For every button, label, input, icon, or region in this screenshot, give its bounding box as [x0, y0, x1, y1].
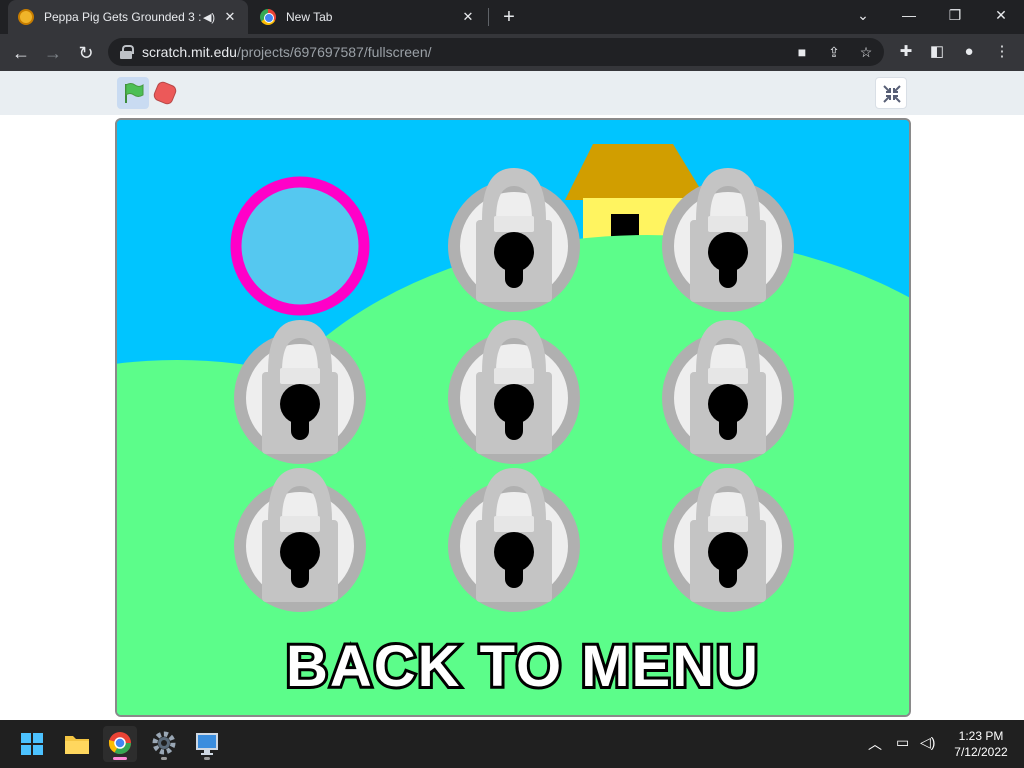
padlock-icon: [448, 468, 580, 612]
clock-time: 1:23 PM: [958, 729, 1004, 743]
locked-level-3[interactable]: [656, 160, 800, 316]
tab-separator: [488, 8, 489, 26]
level-1-ring: [230, 176, 370, 316]
close-tab-icon[interactable]: ✕: [222, 9, 238, 25]
game-stage[interactable]: 1 BACK TO MENU: [115, 118, 911, 717]
close-tab-icon[interactable]: ✕: [460, 9, 476, 25]
close-window-button[interactable]: ✕: [978, 0, 1024, 30]
side-panel-icon[interactable]: ◧: [927, 42, 947, 62]
active-app-indicator: [113, 757, 127, 760]
padlock-icon: [448, 168, 580, 312]
back-to-menu-button[interactable]: BACK TO MENU: [253, 632, 793, 694]
locked-level-5[interactable]: [442, 312, 586, 468]
locked-level-7[interactable]: [228, 460, 372, 616]
new-tab-button[interactable]: +: [498, 6, 520, 28]
settings-taskbar-button[interactable]: [147, 726, 181, 762]
green-flag-icon: [125, 83, 144, 103]
tab-title: Peppa Pig Gets Grounded 3 :: [44, 10, 202, 24]
chevron-up-icon[interactable]: ︿: [868, 734, 882, 754]
scratch-stage-header: [0, 71, 1024, 115]
network-icon[interactable]: ▭: [896, 734, 909, 751]
open-app-indicator: [204, 757, 210, 760]
level-1-button[interactable]: 1: [228, 176, 372, 462]
menu-kebab-icon[interactable]: ⋮: [992, 42, 1012, 62]
remote-desktop-taskbar-button[interactable]: [190, 726, 224, 762]
profile-avatar-icon[interactable]: ●: [959, 42, 979, 62]
camera-icon[interactable]: ■: [792, 42, 812, 62]
chrome-taskbar-button[interactable]: [103, 726, 137, 762]
windows-taskbar: ︿ ▭ ◁) 1:23 PM 7/12/2022: [0, 720, 1024, 768]
share-icon[interactable]: ⇪: [824, 42, 844, 62]
padlock-icon: [662, 320, 794, 464]
restore-button[interactable]: ❐: [932, 0, 978, 30]
padlock-icon: [234, 320, 366, 464]
back-arrow-icon[interactable]: ←: [8, 40, 34, 66]
file-explorer-button[interactable]: [60, 726, 94, 762]
locked-level-9[interactable]: [656, 460, 800, 616]
system-clock[interactable]: 1:23 PM 7/12/2022: [946, 728, 1016, 760]
padlock-icon: [662, 168, 794, 312]
tab-search-icon[interactable]: ⌄: [840, 0, 886, 30]
tab-peppa-pig[interactable]: Peppa Pig Gets Grounded 3 : ◀︎) ✕: [8, 0, 248, 34]
back-to-menu-label: BACK TO MENU: [283, 632, 761, 694]
locked-level-6[interactable]: [656, 312, 800, 468]
scratch-project-favicon: [18, 9, 34, 25]
tab-new-tab[interactable]: New Tab ✕: [250, 0, 486, 34]
reload-icon[interactable]: ↻: [73, 40, 99, 66]
clock-date: 7/12/2022: [954, 745, 1008, 759]
open-app-indicator: [161, 757, 167, 760]
chrome-icon: [260, 9, 276, 25]
folder-icon: [65, 736, 89, 754]
url-text: scratch.mit.edu/projects/697697587/fulls…: [142, 44, 432, 60]
extensions-puzzle-icon[interactable]: ✚: [896, 42, 916, 62]
lock-icon[interactable]: [120, 45, 134, 59]
stop-button[interactable]: [151, 79, 179, 107]
volume-icon[interactable]: ◁): [920, 734, 935, 751]
browser-toolbar: ← → ↻ scratch.mit.edu/projects/697697587…: [0, 34, 1024, 71]
exit-fullscreen-button[interactable]: [875, 77, 907, 109]
svg-text:BACK TO MENU: BACK TO MENU: [286, 634, 760, 694]
tab-title: New Tab: [286, 10, 333, 24]
locked-level-8[interactable]: [442, 460, 586, 616]
tab-strip: Peppa Pig Gets Grounded 3 : ◀︎) ✕ New Ta…: [0, 0, 1024, 34]
locked-level-4[interactable]: [228, 312, 372, 468]
bookmark-star-icon[interactable]: ☆: [856, 42, 876, 62]
shrink-icon: [883, 85, 901, 103]
minimize-button[interactable]: —: [886, 0, 932, 30]
padlock-icon: [448, 320, 580, 464]
address-bar[interactable]: scratch.mit.edu/projects/697697587/fulls…: [108, 38, 884, 66]
start-button[interactable]: [15, 726, 49, 762]
locked-level-2[interactable]: [442, 160, 586, 316]
speaker-icon[interactable]: ◀︎): [202, 11, 216, 24]
green-flag-button[interactable]: [117, 77, 149, 109]
padlock-icon: [234, 468, 366, 612]
windows-logo-icon: [21, 733, 43, 755]
forward-arrow-icon[interactable]: →: [40, 40, 66, 66]
padlock-icon: [662, 468, 794, 612]
